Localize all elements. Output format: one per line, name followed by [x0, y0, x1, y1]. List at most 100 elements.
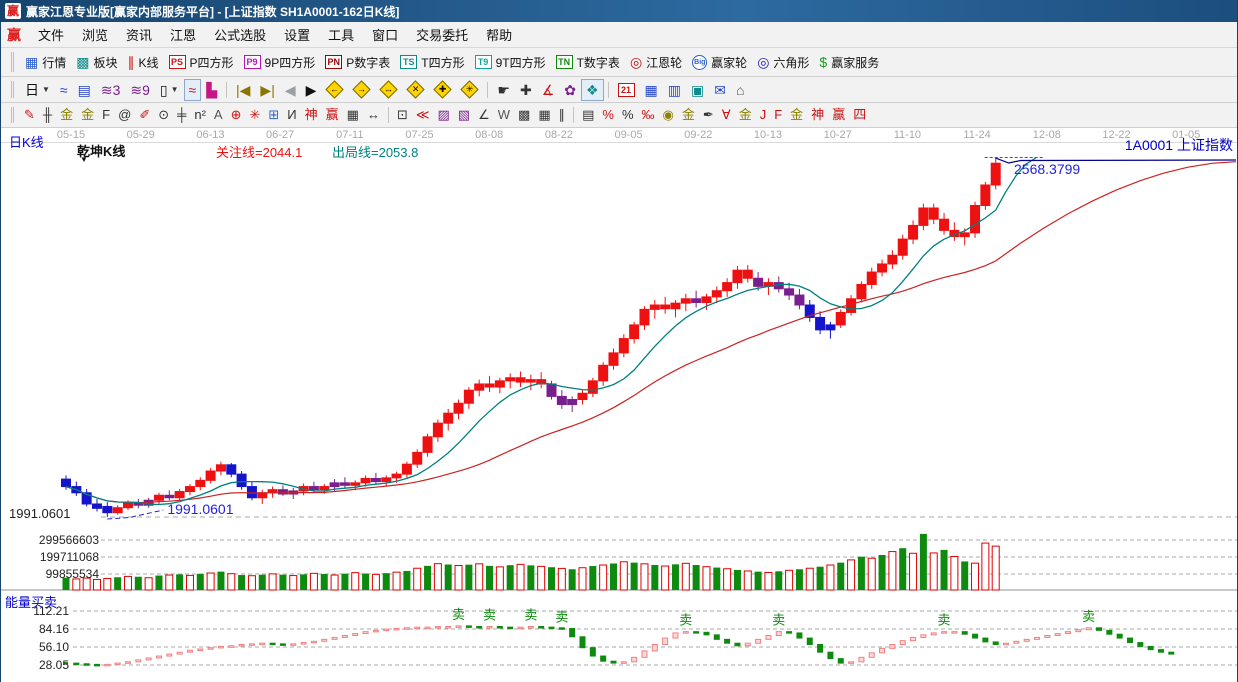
wave-3-button[interactable]: ≋3: [96, 79, 126, 101]
step-back-button[interactable]: ◀: [280, 79, 301, 101]
wave-tool-button[interactable]: W: [494, 104, 514, 126]
zoom-right-button[interactable]: →: [348, 79, 375, 101]
p-number-table-button[interactable]: PNP数字表: [320, 51, 395, 73]
shape-purple-2-button[interactable]: ▧: [454, 104, 474, 126]
angle-tool-button[interactable]: ∡: [537, 79, 560, 101]
menu-item-7[interactable]: 窗口: [363, 22, 407, 47]
zoom-all-button[interactable]: ✳: [456, 79, 483, 101]
zoom-left-button[interactable]: ←: [321, 79, 348, 101]
menu-item-3[interactable]: 江恩: [161, 22, 205, 47]
shen-tool-button[interactable]: 神: [301, 104, 322, 126]
t-square-button[interactable]: TST四方形: [395, 51, 469, 73]
parallel-lines-button[interactable]: ∥: [555, 104, 570, 126]
hexagon-button[interactable]: ◎六角形: [752, 51, 814, 73]
mirror-a-button[interactable]: A: [210, 104, 227, 126]
menu-item-6[interactable]: 工具: [319, 22, 363, 47]
four-angle-button[interactable]: 四: [849, 104, 870, 126]
percent-lines-button[interactable]: ‰: [638, 104, 659, 126]
region-sketch-button[interactable]: ≈: [55, 79, 73, 101]
grid-fine-button[interactable]: ▩: [514, 104, 534, 126]
kline-chart-canvas[interactable]: 05-1505-2906-1306-2707-1107-2508-0808-22…: [1, 128, 1238, 682]
qiankun-sketch-button[interactable]: ≈: [184, 79, 202, 101]
zoom-plus-button[interactable]: ✚: [429, 79, 456, 101]
wave-av-button[interactable]: ∀: [718, 104, 735, 126]
9t-square-button[interactable]: T99T四方形: [470, 51, 551, 73]
zoom-horizontal-button[interactable]: ↔: [375, 79, 402, 101]
kline-button[interactable]: ∥K线: [123, 51, 164, 73]
circle-cross-button[interactable]: ⊕: [227, 104, 246, 126]
volume-profile-button[interactable]: ▙: [201, 79, 222, 101]
menu-item-5[interactable]: 设置: [275, 22, 319, 47]
star-web-button[interactable]: ✳: [245, 104, 264, 126]
gann-shape-button[interactable]: ✿: [559, 79, 581, 101]
remote-button[interactable]: ⌂: [731, 79, 749, 101]
sectors-label: 板块: [93, 54, 117, 71]
percent-button[interactable]: %: [618, 104, 638, 126]
calculator-button[interactable]: ▦: [640, 79, 663, 101]
pencil-2-button[interactable]: ✐: [135, 104, 154, 126]
menu-item-1[interactable]: 浏览: [73, 22, 117, 47]
winner-wheel-button[interactable]: Big赢家轮: [687, 51, 752, 73]
span-measure-button[interactable]: ↔: [363, 104, 384, 126]
f-ruler-button[interactable]: F: [98, 104, 114, 126]
t-number-table-button[interactable]: TNT数字表: [551, 51, 625, 73]
send-button[interactable]: ✉: [709, 79, 731, 101]
gold-level-button[interactable]: 金: [678, 104, 699, 126]
window-titlebar[interactable]: 赢 赢家江恩专业版[赢家内部服务平台] - [上证指数 SH1A0001-162…: [1, 0, 1237, 22]
n-squared-button[interactable]: n²: [190, 104, 210, 126]
box-web-button[interactable]: ⊞: [264, 104, 283, 126]
box-tool-button[interactable]: ⊡: [393, 104, 412, 126]
jump-start-button[interactable]: |◀: [231, 79, 255, 101]
shen-angle-button[interactable]: 神: [807, 104, 828, 126]
pencil-button[interactable]: ✎: [20, 104, 39, 126]
gold-circle-button[interactable]: ◉: [659, 104, 678, 126]
spiral-button[interactable]: @: [114, 104, 135, 126]
zoom-cross-button[interactable]: ✕: [402, 79, 429, 101]
quotes-button[interactable]: ▦行情: [20, 51, 71, 73]
ruler-comb-button[interactable]: ╫: [39, 104, 56, 126]
gann-wheel-button[interactable]: ◎江恩轮: [625, 51, 687, 73]
save-button[interactable]: ▣: [686, 79, 709, 101]
step-forward-button[interactable]: ▶: [301, 79, 322, 101]
percent-red-button[interactable]: %: [598, 104, 618, 126]
ying-angle-button[interactable]: 赢: [828, 104, 849, 126]
crosshair-button[interactable]: ✚: [515, 79, 537, 101]
angle-lines-button[interactable]: ∠: [474, 104, 494, 126]
menu-item-0[interactable]: 文件: [29, 22, 73, 47]
calendar-button[interactable]: 21: [613, 79, 640, 101]
wave-9-button[interactable]: ≋9: [125, 79, 155, 101]
candle-style-button[interactable]: ▯▼: [155, 79, 184, 101]
n-squared-icon: n²: [194, 108, 206, 122]
gold-segment-2-button[interactable]: 金: [77, 104, 98, 126]
level-table-button[interactable]: ▤: [578, 104, 598, 126]
period-style-button[interactable]: 日▼: [20, 79, 55, 101]
sectors-icon: ▩: [76, 55, 89, 69]
smart-select-button[interactable]: ❖: [581, 79, 604, 101]
jump-end-button[interactable]: ▶|: [255, 79, 279, 101]
menu-item-8[interactable]: 交易委托: [407, 22, 477, 47]
angle-n-button[interactable]: И: [283, 104, 300, 126]
gold-angle-button[interactable]: 金: [786, 104, 807, 126]
menu-item-9[interactable]: 帮助: [477, 22, 521, 47]
info-panel-button[interactable]: ▤: [73, 79, 96, 101]
f-line-button[interactable]: F: [770, 104, 786, 126]
pan-hand-button[interactable]: ☛: [492, 79, 515, 101]
sectors-button[interactable]: ▩ 板块: [71, 51, 122, 73]
grid-dense-button[interactable]: ▦: [534, 104, 554, 126]
p-square-button[interactable]: PSP四方形: [164, 51, 239, 73]
trade-notes-button[interactable]: ▥: [663, 79, 686, 101]
gold-segment-1-button[interactable]: 金: [56, 104, 77, 126]
comb-2-button[interactable]: ╪: [173, 104, 190, 126]
ink-brush-button[interactable]: ✒: [699, 104, 718, 126]
shape-purple-1-button[interactable]: ▨: [433, 104, 453, 126]
grid-123-button[interactable]: ▦: [343, 104, 363, 126]
menu-item-2[interactable]: 资讯: [117, 22, 161, 47]
ying-tool-button[interactable]: 赢: [322, 104, 343, 126]
j-line-button[interactable]: J: [756, 104, 771, 126]
winner-service-button[interactable]: $赢家服务: [814, 51, 884, 73]
gold-fan-button[interactable]: 金: [735, 104, 756, 126]
menu-item-4[interactable]: 公式选股: [205, 22, 275, 47]
cycle-clock-button[interactable]: ⊙: [154, 104, 173, 126]
fan-red-button[interactable]: ≪: [412, 104, 434, 126]
9p-square-button[interactable]: P99P四方形: [239, 51, 321, 73]
